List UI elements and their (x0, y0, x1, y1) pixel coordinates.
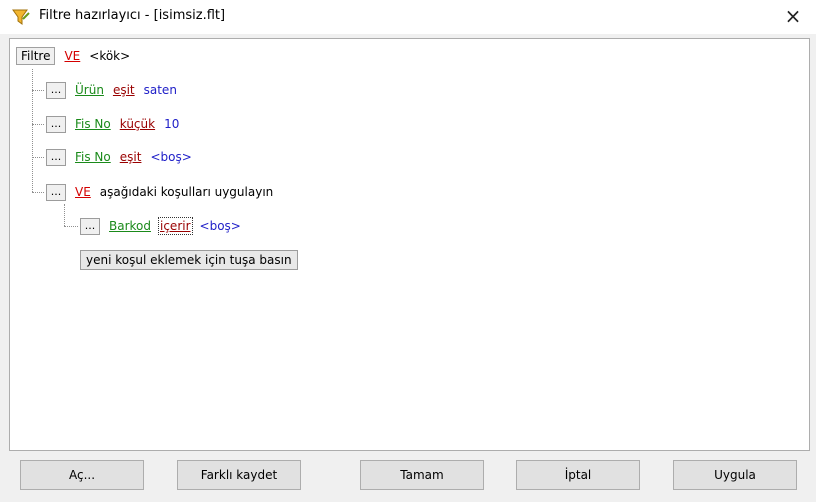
condition-menu-button[interactable]: ... (46, 115, 66, 133)
condition-menu-button[interactable]: ... (46, 148, 66, 166)
tree-connector (32, 90, 44, 91)
condition-menu-button[interactable]: ... (80, 217, 100, 235)
condition-value[interactable]: <boş> (200, 219, 241, 233)
condition-field[interactable]: Fis No (75, 150, 111, 164)
tree-connector (32, 192, 44, 193)
root-operator[interactable]: VE (64, 49, 80, 63)
condition-operator[interactable]: küçük (120, 117, 155, 131)
condition-value[interactable]: saten (144, 83, 177, 97)
filter-root-tag[interactable]: Filtre (16, 47, 56, 65)
apply-button[interactable]: Uygula (673, 460, 797, 490)
group-label: aşağıdaki koşulları uygulayın (99, 185, 274, 199)
group-row: ... VE aşağıdaki koşulları uygulayın (46, 182, 282, 202)
condition-value[interactable]: 10 (164, 117, 179, 131)
tree-connector (32, 157, 44, 158)
tree-connector (32, 124, 44, 125)
tree-connector (32, 69, 33, 192)
root-row: Filtre VE <kök> (16, 46, 139, 66)
condition-field[interactable]: Ürün (75, 83, 104, 97)
condition-row: ... Barkod içerir <boş> (80, 216, 250, 236)
group-menu-button[interactable]: ... (46, 183, 66, 201)
window-title: Filtre hazırlayıcı - [isimsiz.flt] (39, 8, 226, 23)
condition-field[interactable]: Fis No (75, 117, 111, 131)
open-button[interactable]: Aç... (20, 460, 144, 490)
title-bar: Filtre hazırlayıcı - [isimsiz.flt] × (0, 0, 816, 34)
condition-row: ... Fis No küçük 10 (46, 114, 188, 134)
filter-tree-panel: Filtre VE <kök> ... Ürün eşit saten ... … (9, 38, 810, 451)
condition-row: ... Fis No eşit <boş> (46, 147, 201, 167)
root-label: <kök> (89, 49, 131, 63)
condition-operator[interactable]: eşit (113, 83, 135, 97)
condition-operator[interactable]: içerir (158, 217, 193, 235)
tree-connector (64, 226, 78, 227)
filter-icon (12, 9, 30, 25)
add-condition-row: yeni koşul eklemek için tuşa basın (80, 250, 307, 270)
condition-row: ... Ürün eşit saten (46, 80, 186, 100)
condition-value[interactable]: <boş> (150, 150, 191, 164)
add-condition-button[interactable]: yeni koşul eklemek için tuşa basın (80, 250, 298, 270)
condition-field[interactable]: Barkod (109, 219, 151, 233)
condition-operator[interactable]: eşit (120, 150, 142, 164)
close-button[interactable]: × (770, 0, 816, 34)
group-operator[interactable]: VE (75, 185, 91, 199)
tree-connector (64, 204, 65, 226)
ok-button[interactable]: Tamam (360, 460, 484, 490)
condition-menu-button[interactable]: ... (46, 81, 66, 99)
cancel-button[interactable]: İptal (516, 460, 640, 490)
save-as-button[interactable]: Farklı kaydet (177, 460, 301, 490)
